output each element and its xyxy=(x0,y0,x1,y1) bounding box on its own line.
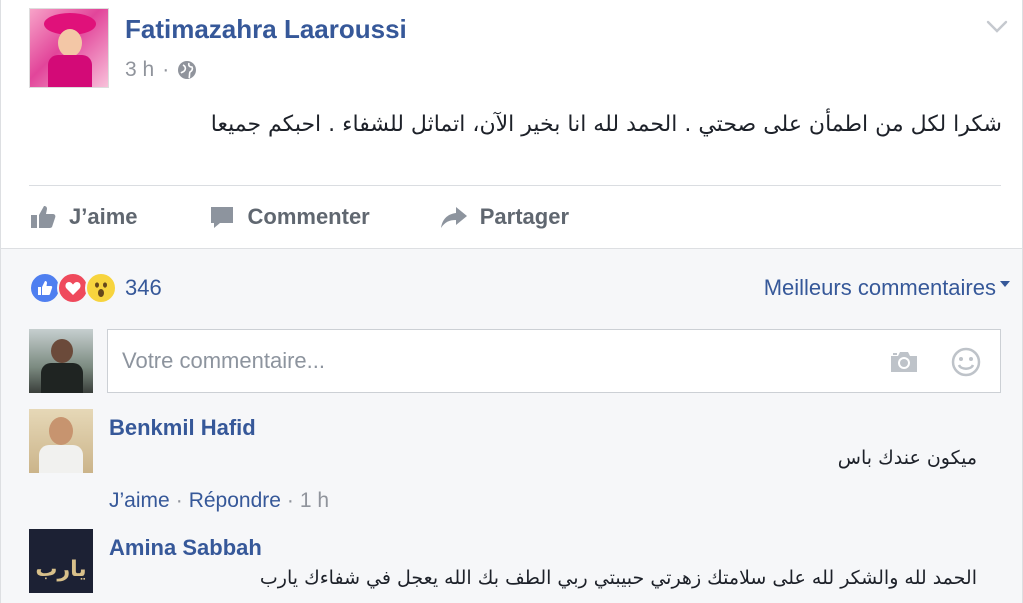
comment-input[interactable] xyxy=(122,348,862,374)
comments-section: 346 Meilleurs commentaires Votre comment… xyxy=(1,248,1022,603)
comment-label: Commenter xyxy=(247,204,370,229)
commenter-avatar[interactable] xyxy=(29,409,93,473)
comment-reply-link[interactable]: Répondre xyxy=(189,489,281,513)
comment-text: الحمد لله والشكر لله على سلامتك زهرتي حب… xyxy=(259,567,977,589)
globe-icon[interactable] xyxy=(177,60,197,80)
caret-down-icon xyxy=(1000,281,1010,287)
comment-item: Benkmil Hafid ميكون عندك باس J’aime · Ré… xyxy=(29,409,1001,519)
reaction-count[interactable]: 346 xyxy=(125,275,162,301)
emoji-icon[interactable] xyxy=(950,346,982,378)
chevron-down-icon[interactable] xyxy=(985,14,1009,38)
comment-actions: J’aime · Répondre · 1 h xyxy=(109,489,329,513)
avatar-text: يارب xyxy=(35,557,87,582)
comment-sort-dropdown[interactable]: Meilleurs commentaires xyxy=(764,275,1010,301)
wow-reaction-icon xyxy=(85,272,117,304)
separator: · xyxy=(175,489,183,512)
post-header: Fatimazahra Laaroussi 3 h · xyxy=(29,8,1009,90)
reactions-summary[interactable]: 346 xyxy=(29,272,162,304)
comment-time[interactable]: 1 h xyxy=(300,489,329,513)
share-icon xyxy=(440,207,467,228)
comment-item: يارب Amina Sabbah الحمد لله والشكر لله ع… xyxy=(29,529,1001,603)
comment-composer xyxy=(107,329,1001,393)
divider xyxy=(29,185,1001,186)
post-time[interactable]: 3 h xyxy=(125,58,154,82)
current-user-avatar[interactable] xyxy=(29,329,93,393)
separator: · xyxy=(286,489,294,512)
share-label: Partager xyxy=(479,204,570,229)
like-label: J’aime xyxy=(69,204,138,229)
post-meta: 3 h · xyxy=(125,58,197,82)
comment-icon xyxy=(210,207,233,228)
like-button[interactable]: J’aime xyxy=(29,203,138,231)
sort-label: Meilleurs commentaires xyxy=(763,275,996,300)
meta-separator: · xyxy=(162,58,170,81)
post-text: شكرا لكل من اطمأن على صحتي . الحمد لله ا… xyxy=(210,112,1002,137)
commenter-name[interactable]: Benkmil Hafid xyxy=(109,415,256,441)
camera-icon[interactable] xyxy=(888,346,920,378)
facebook-post: Fatimazahra Laaroussi 3 h · شكرا لكل من … xyxy=(0,0,1023,603)
comment-button[interactable]: Commenter xyxy=(208,203,370,231)
comment-like-link[interactable]: J’aime xyxy=(109,489,170,513)
commenter-avatar[interactable]: يارب xyxy=(29,529,93,593)
comment-text: ميكون عندك باس xyxy=(837,447,977,469)
thumbs-up-icon xyxy=(31,206,56,228)
author-avatar[interactable] xyxy=(29,8,109,88)
commenter-name[interactable]: Amina Sabbah xyxy=(109,535,262,561)
post-actions: J’aime Commenter Partager xyxy=(29,196,639,238)
author-name[interactable]: Fatimazahra Laaroussi xyxy=(125,14,407,45)
share-button[interactable]: Partager xyxy=(440,203,569,231)
